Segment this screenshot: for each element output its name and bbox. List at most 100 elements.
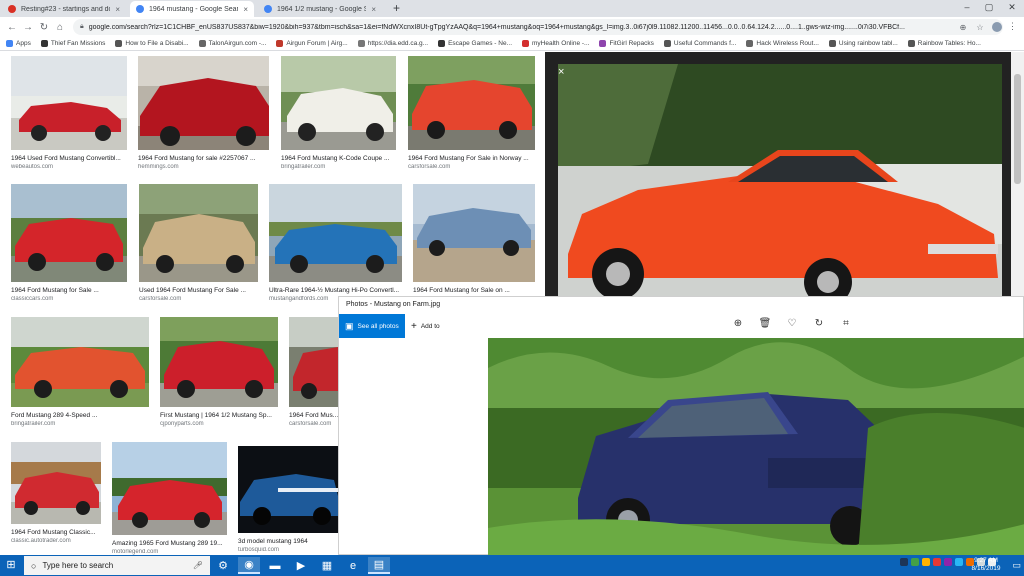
notification-icon[interactable]: ▭ <box>1012 560 1021 571</box>
result-title[interactable]: 1964 Ford Mustang For Sale in Norway ... <box>408 155 535 162</box>
result-thumbnail[interactable] <box>138 56 269 150</box>
zoom-icon[interactable]: ⊕ <box>730 318 746 329</box>
result-title[interactable]: 1964 Ford Mustang for Sale ... <box>11 287 127 294</box>
new-tab-button[interactable]: + <box>393 1 400 15</box>
reload-icon[interactable]: ↻ <box>36 22 52 33</box>
tab-close-icon[interactable]: × <box>371 5 376 14</box>
result-thumbnail[interactable] <box>289 317 338 407</box>
result-title[interactable]: 1964 Ford Mustang for Sale on ... <box>413 287 535 294</box>
result-thumbnail[interactable] <box>269 184 402 282</box>
result-thumbnail[interactable] <box>112 442 227 535</box>
bookmark-escape[interactable]: Escape Games - Ne... <box>438 40 512 47</box>
result-title[interactable]: 1964 Used Ford Mustang Convertibl... <box>11 155 127 162</box>
edge-icon[interactable]: e <box>342 557 364 574</box>
photos-taskbar-icon[interactable]: ▤ <box>368 557 390 574</box>
result-item[interactable]: Ultra-Rare 1964-½ Mustang Hi-Po Convertl… <box>269 184 402 302</box>
result-title[interactable]: 1964 Ford Mus... <box>289 412 338 419</box>
result-thumbnail[interactable] <box>160 317 278 407</box>
maximize-icon[interactable]: ▢ <box>980 0 998 15</box>
tray-people-icon[interactable] <box>900 558 908 566</box>
result-item[interactable]: 1964 Ford Mustang for sale #2257067 ... … <box>138 56 269 170</box>
favorite-heart-icon[interactable]: ♡ <box>784 318 800 329</box>
result-title[interactable]: 3d model mustang 1964 <box>238 538 338 545</box>
bookmark-disability[interactable]: How to File a Disabi... <box>115 40 189 47</box>
bookmark-rainbow-using[interactable]: Using rainbow tabl... <box>828 40 898 47</box>
page-scrollbar[interactable] <box>1011 52 1024 296</box>
close-window-icon[interactable]: ✕ <box>1003 0 1021 15</box>
result-thumbnail[interactable] <box>11 56 127 150</box>
lock-icon[interactable]: 🔒︎ <box>80 23 84 31</box>
result-item[interactable]: 3d model mustang 1964 turbosquid.com <box>238 446 338 553</box>
tab-resting[interactable]: Resting#23 - startings and down × <box>2 1 126 17</box>
tab-1964-mustang[interactable]: 1964 mustang - Google Search × <box>130 1 254 17</box>
bookmark-thief[interactable]: Thief Fan Missions <box>40 40 105 47</box>
tab-1964-half-mustang[interactable]: 1964 1/2 mustang - Google Searc × <box>258 1 382 17</box>
result-item[interactable]: Used 1964 Ford Mustang For Sale ... cars… <box>139 184 258 302</box>
folder-app-icon[interactable]: ▦ <box>316 557 338 574</box>
tray-app-icon[interactable] <box>911 558 919 566</box>
task-view-icon[interactable]: ⚙ <box>212 557 234 574</box>
taskbar-clock[interactable]: 9:27 AM 8/16/2019 <box>966 557 1006 573</box>
result-thumbnail[interactable] <box>11 442 101 524</box>
home-icon[interactable]: ⌂ <box>52 22 68 33</box>
result-thumbnail[interactable] <box>11 317 149 407</box>
bookmark-rainbow-tables[interactable]: Rainbow Tables: Ho... <box>907 40 981 47</box>
tray-app-icon[interactable] <box>955 558 963 566</box>
bookmark-airgun[interactable]: Airgun Forum | Airg... <box>276 40 348 47</box>
delete-icon[interactable]: 🗑︎ <box>757 318 773 329</box>
result-title[interactable]: Ultra-Rare 1964-½ Mustang Hi-Po Convertl… <box>269 287 402 294</box>
result-thumbnail[interactable] <box>413 184 535 282</box>
taskbar-search-box[interactable]: ○ Type here to search 🎤︎ <box>24 556 210 575</box>
result-thumbnail[interactable] <box>139 184 258 282</box>
result-item[interactable]: Amazing 1965 Ford Mustang 289 19... moto… <box>112 442 227 555</box>
bookmark-talon[interactable]: TalonAirgun.com -... <box>198 40 266 47</box>
result-item[interactable]: 1964 Ford Mustang for Sale ... classicca… <box>11 184 127 302</box>
chrome-taskbar-icon[interactable]: ◉ <box>238 557 260 574</box>
result-item[interactable]: 1964 Ford Mus... carsforsale.com <box>289 317 338 427</box>
bookmark-wireless[interactable]: Hack Wireless Rout... <box>746 40 819 47</box>
result-title[interactable]: Amazing 1965 Ford Mustang 289 19... <box>112 540 227 547</box>
minimize-icon[interactable]: – <box>958 0 976 15</box>
tab-close-icon[interactable]: × <box>115 5 120 14</box>
search-lens-icon[interactable]: ⊕ <box>957 23 969 32</box>
forward-icon[interactable]: → <box>20 22 36 33</box>
result-title[interactable]: 1964 Ford Mustang Classic... <box>11 529 101 536</box>
bookmark-fitgirl[interactable]: FitGirl Repacks <box>599 40 654 47</box>
result-title[interactable]: 1964 Ford Mustang for sale #2257067 ... <box>138 155 269 162</box>
crop-icon[interactable]: ⌗ <box>838 318 854 329</box>
result-item[interactable]: 1964 Used Ford Mustang Convertibl... web… <box>11 56 127 170</box>
bookmark-commands[interactable]: Useful Commands f... <box>663 40 736 47</box>
photo-viewer-image[interactable] <box>488 338 1024 555</box>
address-bar[interactable]: 🔒︎ google.com/search?rlz=1C1CHBF_enUS837… <box>73 19 1003 35</box>
result-title[interactable]: Used 1964 Ford Mustang For Sale ... <box>139 287 258 294</box>
tray-app-icon[interactable] <box>933 558 941 566</box>
result-thumbnail[interactable] <box>238 446 338 533</box>
add-to-button[interactable]: + Add to <box>411 314 440 338</box>
bookmark-apps[interactable]: Apps <box>6 40 31 47</box>
tab-close-icon[interactable]: × <box>243 5 248 14</box>
file-explorer-icon[interactable]: ▬ <box>264 557 286 574</box>
bookmark-edd[interactable]: https://dia.edd.ca.g... <box>357 40 428 47</box>
bookmark-star-icon[interactable]: ☆ <box>974 23 986 32</box>
back-icon[interactable]: ← <box>4 22 20 33</box>
profile-avatar[interactable] <box>992 22 1002 32</box>
result-item[interactable]: Ford Mustang 289 4-Speed ... bringatrail… <box>11 317 149 427</box>
result-thumbnail[interactable] <box>408 56 535 150</box>
result-item[interactable]: 1964 Ford Mustang for Sale on ... <box>413 184 535 296</box>
tray-app-icon[interactable] <box>922 558 930 566</box>
windows-start-icon[interactable]: ⊞ <box>4 559 18 572</box>
result-thumbnail[interactable] <box>281 56 396 150</box>
result-item[interactable]: First Mustang | 1964 1/2 Mustang Sp... c… <box>160 317 278 427</box>
result-item[interactable]: 1964 Ford Mustang K-Code Coupe ... bring… <box>281 56 396 170</box>
powershell-icon[interactable]: ▶ <box>290 557 312 574</box>
bookmark-myhealth[interactable]: myHealth Online -... <box>522 40 589 47</box>
preview-image[interactable] <box>558 64 1002 296</box>
result-title[interactable]: 1964 Ford Mustang K-Code Coupe ... <box>281 155 396 162</box>
result-thumbnail[interactable] <box>11 184 127 282</box>
result-item[interactable]: 1964 Ford Mustang For Sale in Norway ...… <box>408 56 535 170</box>
see-all-photos-button[interactable]: ▣ See all photos <box>339 314 405 338</box>
result-item[interactable]: 1964 Ford Mustang Classic... classic.aut… <box>11 442 101 544</box>
browser-menu-icon[interactable]: ⋮ <box>1008 21 1017 32</box>
rotate-icon[interactable]: ↻ <box>811 318 827 329</box>
tray-app-icon[interactable] <box>944 558 952 566</box>
